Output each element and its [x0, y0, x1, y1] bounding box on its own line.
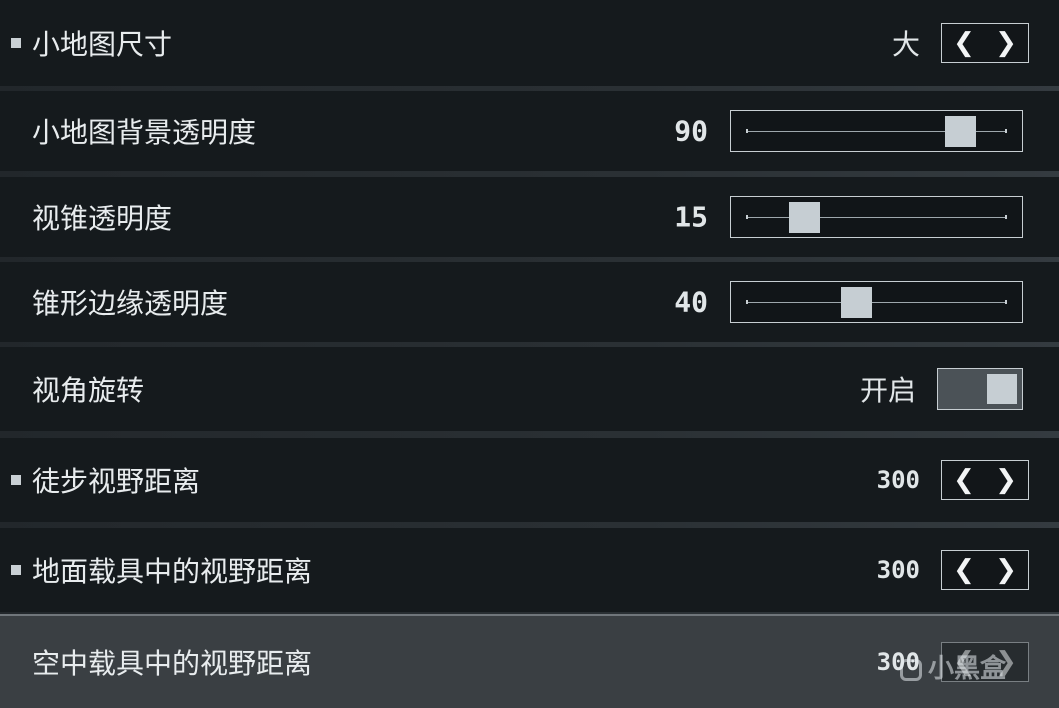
- slider-max-tick: [1005, 300, 1007, 304]
- setting-label: 空中载具中的视野距离: [32, 647, 313, 680]
- slider-track: [747, 302, 1006, 303]
- setting-label: 小地图背景透明度: [32, 116, 257, 149]
- slider-max-tick: [1005, 129, 1007, 133]
- opacity-slider[interactable]: [730, 281, 1023, 323]
- setting-row-minimap-bg-opacity[interactable]: 小地图背景透明度 90: [0, 91, 1059, 171]
- setting-row-ground-vehicle-view-distance[interactable]: 地面载具中的视野距离 300 ❮ ❯: [0, 528, 1059, 612]
- opacity-slider[interactable]: [730, 196, 1023, 238]
- square-bullet-icon: [11, 565, 21, 575]
- toggle-knob: [987, 374, 1017, 404]
- setting-label: 视角旋转: [32, 374, 145, 407]
- value-stepper[interactable]: ❮ ❯: [941, 23, 1029, 63]
- setting-label: 小地图尺寸: [32, 28, 173, 61]
- chevron-right-icon[interactable]: ❯: [984, 461, 1028, 499]
- setting-label: 徒步视野距离: [32, 465, 201, 498]
- value-stepper[interactable]: ❮ ❯: [941, 460, 1029, 500]
- slider-thumb[interactable]: [945, 116, 977, 147]
- setting-row-view-rotation[interactable]: 视角旋转 开启: [0, 347, 1059, 431]
- setting-label: 锥形边缘透明度: [32, 287, 229, 320]
- slider-track: [747, 217, 1006, 218]
- minimap-settings-panel: 小地图尺寸 大 ❮ ❯ 小地图背景透明度 90 视锥透明度 15 锥形边缘透明度…: [0, 0, 1059, 708]
- square-bullet-icon: [11, 475, 21, 485]
- setting-value: 90: [674, 114, 708, 148]
- slider-thumb[interactable]: [789, 202, 821, 233]
- setting-value: 15: [674, 200, 708, 234]
- watermark-logo-icon: [900, 658, 922, 681]
- setting-label: 地面载具中的视野距离: [32, 555, 313, 588]
- value-stepper[interactable]: ❮ ❯: [941, 550, 1029, 590]
- watermark-text: 小黑盒: [928, 654, 1007, 684]
- setting-row-foot-view-distance[interactable]: 徒步视野距离 300 ❮ ❯: [0, 438, 1059, 522]
- setting-row-cone-opacity[interactable]: 视锥透明度 15: [0, 177, 1059, 257]
- setting-value: 300: [876, 556, 920, 584]
- opacity-slider[interactable]: [730, 110, 1023, 152]
- slider-min-tick: [746, 215, 748, 219]
- setting-value: 开启: [859, 374, 916, 407]
- setting-row-minimap-size[interactable]: 小地图尺寸 大 ❮ ❯: [0, 0, 1059, 86]
- chevron-left-icon[interactable]: ❮: [942, 551, 986, 589]
- setting-row-cone-edge-opacity[interactable]: 锥形边缘透明度 40: [0, 262, 1059, 342]
- chevron-right-icon[interactable]: ❯: [984, 24, 1028, 62]
- slider-min-tick: [746, 129, 748, 133]
- setting-value: 大: [891, 28, 920, 61]
- slider-thumb[interactable]: [841, 287, 873, 318]
- setting-label: 视锥透明度: [32, 202, 173, 235]
- setting-value: 300: [876, 466, 920, 494]
- chevron-left-icon[interactable]: ❮: [942, 24, 986, 62]
- square-bullet-icon: [11, 38, 21, 48]
- setting-value: 40: [674, 285, 708, 319]
- watermark: 小黑盒: [900, 648, 1006, 685]
- toggle-switch[interactable]: [937, 368, 1023, 410]
- chevron-left-icon[interactable]: ❮: [942, 461, 986, 499]
- slider-max-tick: [1005, 215, 1007, 219]
- chevron-right-icon[interactable]: ❯: [984, 551, 1028, 589]
- slider-min-tick: [746, 300, 748, 304]
